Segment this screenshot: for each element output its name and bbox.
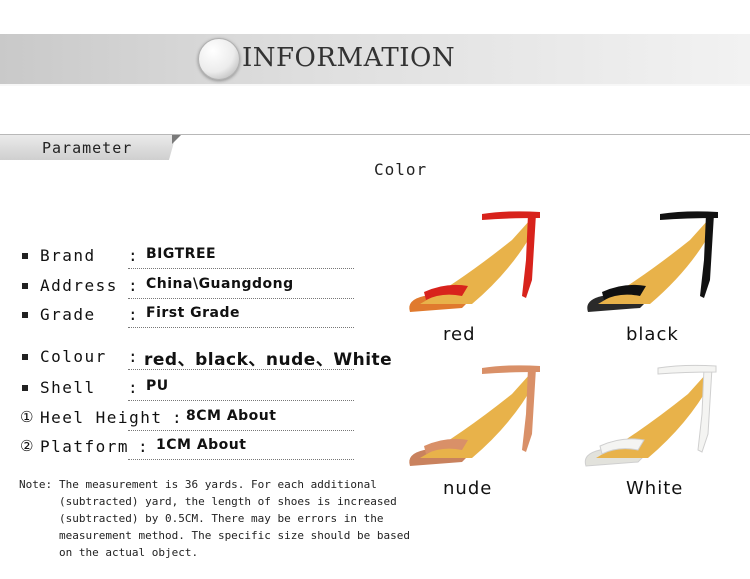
dotted-divider [128, 400, 354, 401]
shoe-image-red [409, 211, 540, 312]
note-prefix: Note: [19, 478, 53, 491]
square-bullet-icon [22, 283, 28, 289]
spec-row-grade: Grade : First Grade [22, 305, 354, 328]
shoe-label-white: White [626, 478, 684, 499]
spec-value: BIGTREE [146, 246, 217, 262]
spec-value: 8CM About [186, 408, 277, 424]
spec-value: 1CM About [156, 437, 247, 453]
parameter-tab-corner [172, 135, 181, 144]
dotted-divider [128, 459, 354, 460]
banner-circle-icon [198, 38, 240, 80]
square-bullet-icon [22, 354, 28, 360]
spec-colon: : [128, 305, 138, 324]
spec-key: Heel Height [40, 408, 163, 427]
dotted-divider [128, 369, 354, 370]
spec-row-shell: Shell : PU [22, 378, 354, 401]
spec-key: Grade [40, 305, 96, 324]
square-bullet-icon [22, 385, 28, 391]
spec-row-colour: Colour : red、black、nude、White [22, 347, 392, 370]
shoe-image-black [587, 211, 718, 312]
information-banner: INFORMATION [0, 34, 750, 86]
square-bullet-icon [22, 253, 28, 259]
spec-key: Colour [40, 347, 107, 366]
spec-colon: : [128, 347, 138, 366]
circled-two-marker: ② [20, 437, 34, 455]
banner-title: INFORMATION [242, 43, 456, 73]
circled-one-marker: ① [20, 408, 34, 426]
spec-colon: : [138, 437, 148, 456]
spec-colon: : [128, 276, 138, 295]
spec-colon: : [172, 408, 182, 427]
square-bullet-icon [22, 312, 28, 318]
shoe-label-red: red [443, 324, 476, 345]
spec-key: Shell [40, 378, 96, 397]
note-text: The measurement is 36 yards. For each ad… [59, 478, 410, 559]
color-title: Color [374, 160, 428, 179]
spec-key: Platform [40, 437, 130, 456]
spec-value: First Grade [146, 305, 241, 321]
spec-colon: : [128, 378, 138, 397]
shoe-label-black: black [626, 324, 679, 345]
dotted-divider [128, 430, 354, 431]
parameter-divider [0, 134, 750, 135]
spec-value: red、black、nude、White [144, 350, 393, 370]
shoe-image-nude [409, 365, 540, 466]
spec-row-address: Address : China\Guangdong [22, 276, 354, 299]
spec-row-brand: Brand : BIGTREE [22, 246, 354, 269]
spec-colon: : [128, 246, 138, 265]
spec-value: PU [146, 378, 169, 394]
shoe-image-white [584, 364, 717, 467]
spec-value: China\Guangdong [146, 276, 294, 292]
spec-key: Brand [40, 246, 96, 265]
dotted-divider [128, 268, 354, 269]
spec-row-heel-height: ① Heel Height : 8CM About [20, 408, 354, 431]
spec-key: Address [40, 276, 118, 295]
shoe-label-nude: nude [443, 478, 493, 499]
dotted-divider [128, 327, 354, 328]
parameter-label: Parameter [42, 139, 133, 157]
dotted-divider [128, 298, 354, 299]
spec-row-platform: ② Platform : 1CM About [20, 437, 354, 460]
